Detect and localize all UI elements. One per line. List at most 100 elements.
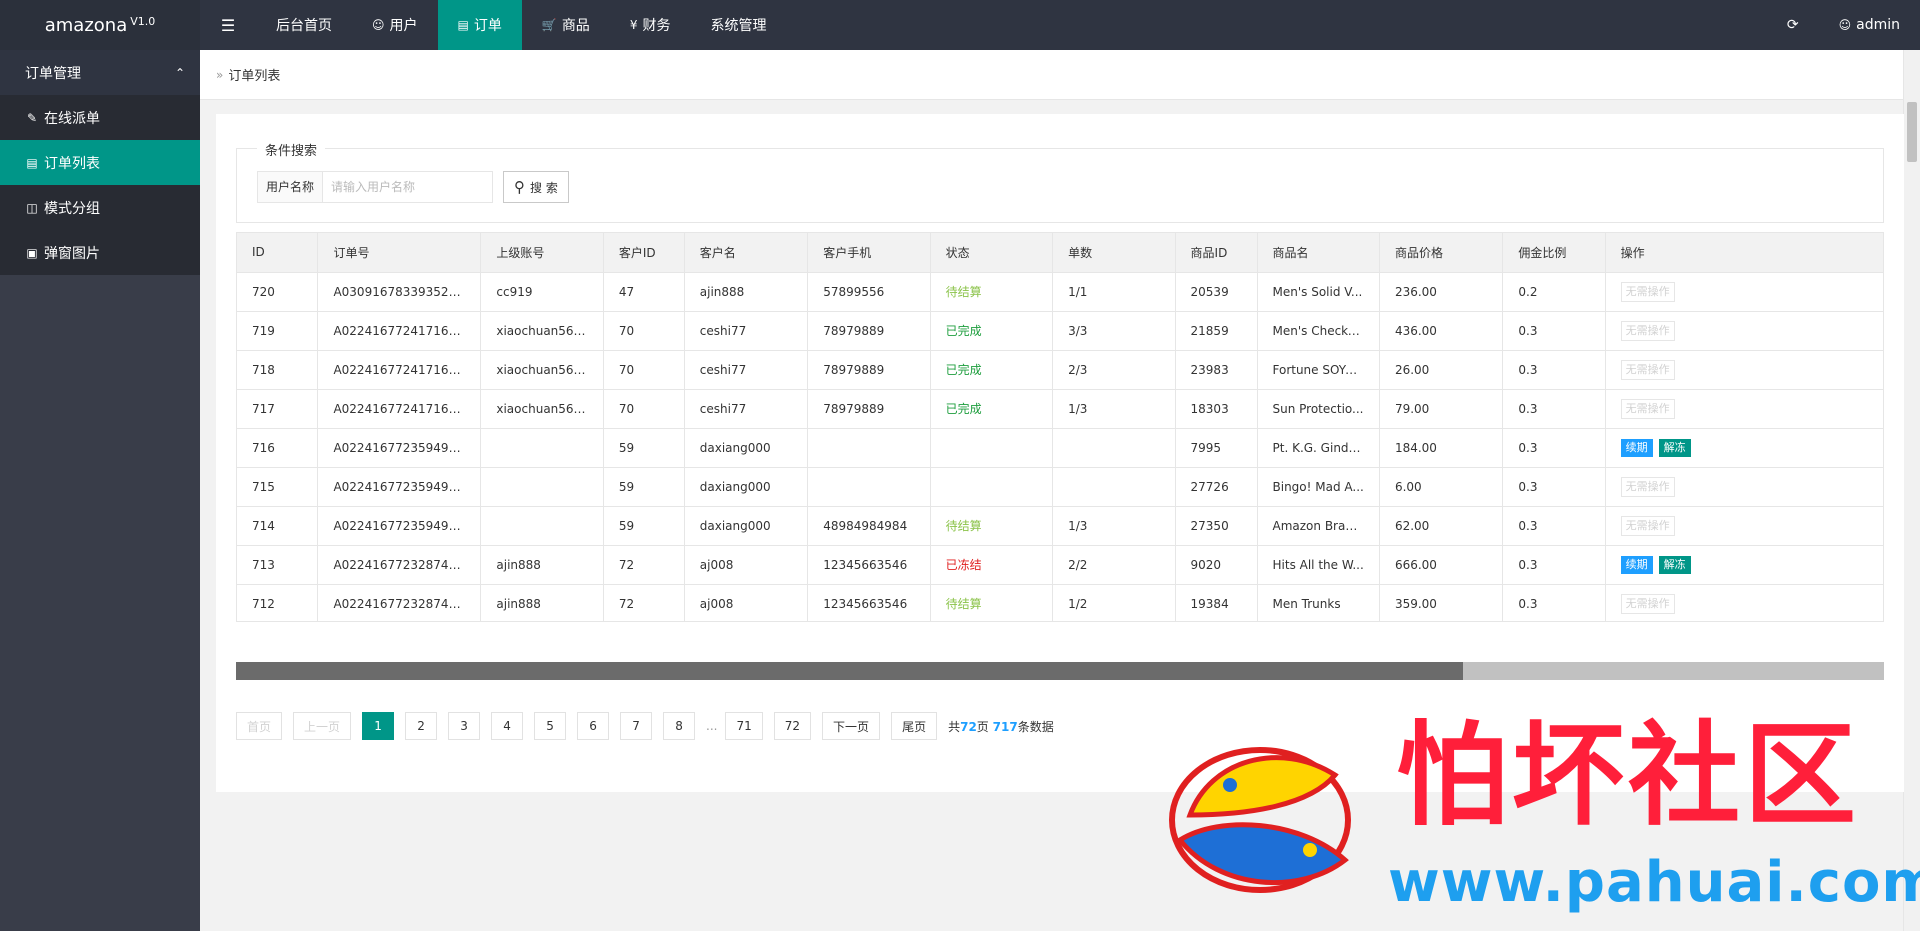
- status-cell: 已冻结: [930, 545, 1054, 585]
- table-cell: A02241677235949125: [317, 506, 482, 546]
- table-row[interactable]: 712 A02241677232874527 ajin888 72 aj008 12345…: [237, 584, 1883, 621]
- table-row[interactable]: 720 A03091678339352973 cc919 47 ajin888 57899…: [237, 272, 1883, 312]
- page-next-button[interactable]: 下一页: [822, 712, 881, 740]
- username-search-input[interactable]: [323, 171, 494, 203]
- renew-button[interactable]: 续期: [1620, 555, 1653, 574]
- page-number-button[interactable]: 1: [362, 712, 395, 740]
- sidebar-item-label: 弹窗图片: [44, 245, 100, 262]
- user-icon: ☺: [1838, 18, 1852, 32]
- group-icon: ◫: [26, 200, 38, 215]
- table-cell: daxiang000: [684, 506, 809, 546]
- page-ellipsis: ...: [706, 719, 718, 733]
- watermark: 怕坏社区 www.pahuai.com: [1160, 720, 1920, 931]
- table-cell: 48984984984: [807, 506, 931, 546]
- table-cell: 70: [603, 350, 685, 390]
- status-badge: 已完成: [945, 363, 982, 377]
- status-cell: [930, 467, 1054, 507]
- page-number-button[interactable]: 2: [405, 712, 438, 740]
- status-badge: 待结算: [945, 519, 982, 533]
- unfreeze-button[interactable]: 解冻: [1658, 438, 1691, 457]
- page-tail-numbers: 71 72: [725, 712, 822, 740]
- status-cell: 已完成: [930, 350, 1054, 390]
- no-action-button: 无需操作: [1620, 398, 1675, 419]
- page-number-button[interactable]: 7: [620, 712, 653, 740]
- column-header: 商品名: [1257, 233, 1380, 273]
- page-number-button[interactable]: 72: [773, 712, 812, 740]
- page-number-button[interactable]: 4: [491, 712, 524, 740]
- table-row[interactable]: 713 A02241677232874745 ajin888 72 aj008 12345…: [237, 545, 1883, 585]
- document-icon: ▤: [457, 18, 469, 32]
- page-number-button[interactable]: 6: [577, 712, 610, 740]
- table-cell: ceshi77: [684, 389, 809, 429]
- table-cell: 20539: [1175, 272, 1258, 312]
- nav-finance[interactable]: ¥ 财务: [610, 0, 691, 50]
- table-horizontal-scrollbar[interactable]: [236, 662, 1884, 680]
- status-badge: 已完成: [945, 324, 982, 338]
- table-row[interactable]: 717 A02241677241716537 xiaochuan5601 70 cesh…: [237, 389, 1883, 429]
- sidebar-item-popup-image[interactable]: ▣ 弹窗图片: [0, 230, 200, 275]
- table-row[interactable]: 714 A02241677235949125 59 daxiang000 4898498…: [237, 506, 1883, 546]
- sidebar-item-order-list[interactable]: ▤ 订单列表: [0, 140, 200, 185]
- page-last-button[interactable]: 尾页: [891, 712, 938, 740]
- action-cell: 无需操作: [1605, 506, 1883, 546]
- no-action-button: 无需操作: [1620, 320, 1675, 341]
- table-row[interactable]: 718 A02241677241716881 xiaochuan5601 70 cesh…: [237, 350, 1883, 390]
- nav-orders[interactable]: ▤ 订单: [437, 0, 522, 50]
- table-row[interactable]: 719 A02241677241716951 xiaochuan5601 70 cesh…: [237, 311, 1883, 351]
- table-row[interactable]: 715 A02241677235949480 59 daxiang000 27726 Bi…: [237, 467, 1883, 507]
- page-prev-button[interactable]: 上一页: [293, 712, 352, 740]
- table-cell: cc919: [480, 272, 604, 312]
- page-first-button[interactable]: 首页: [236, 712, 283, 740]
- table-cell: [1052, 428, 1176, 468]
- page-number-button[interactable]: 71: [725, 712, 763, 740]
- sidebar-item-mode-group[interactable]: ◫ 模式分组: [0, 185, 200, 230]
- table-cell: 666.00: [1379, 545, 1504, 585]
- sidebar-item-dispatch[interactable]: ✎ 在线派单: [0, 95, 200, 140]
- table-cell: 0.3: [1502, 545, 1606, 585]
- table-cell: 1/1: [1052, 272, 1176, 312]
- scrollbar-thumb[interactable]: [1907, 102, 1917, 162]
- sidebar-group-orders[interactable]: 订单管理 ⌃: [0, 50, 200, 95]
- table-cell: aj008: [684, 584, 809, 621]
- table-cell: 19384: [1175, 584, 1258, 621]
- app-logo[interactable]: amazona V1.0: [0, 0, 200, 50]
- table-row[interactable]: 716 A02241677235949133 59 daxiang000 7995 Pt.…: [237, 428, 1883, 468]
- list-icon: ▤: [26, 155, 38, 170]
- nav-system[interactable]: 系统管理: [690, 0, 786, 50]
- table-cell: 59: [603, 467, 685, 507]
- sidebar-item-label: 在线派单: [44, 110, 100, 127]
- table-cell: 70: [603, 311, 685, 351]
- table-cell: 21859: [1175, 311, 1258, 351]
- no-action-button: 无需操作: [1620, 476, 1675, 497]
- search-button[interactable]: ⚲ 搜 索: [503, 171, 569, 203]
- unfreeze-button[interactable]: 解冻: [1658, 555, 1691, 574]
- nav-home[interactable]: 后台首页: [256, 0, 352, 50]
- table-cell: 712: [237, 584, 319, 621]
- table-cell: 720: [237, 272, 319, 312]
- user-menu[interactable]: ☺ admin: [1819, 0, 1920, 50]
- hscroll-thumb[interactable]: [236, 662, 1463, 680]
- search-fieldset: 条件搜索 用户名称 ⚲ 搜 索: [236, 140, 1884, 223]
- table-cell: 79.00: [1379, 389, 1504, 429]
- nav-users[interactable]: ☺ 用户: [352, 0, 438, 50]
- table-cell: 47: [603, 272, 685, 312]
- breadcrumb-current[interactable]: 订单列表: [228, 65, 280, 84]
- page-number-button[interactable]: 8: [663, 712, 696, 740]
- nav-products[interactable]: 🛒 商品: [522, 0, 610, 50]
- renew-button[interactable]: 续期: [1620, 438, 1653, 457]
- search-row: 用户名称 ⚲ 搜 索: [257, 171, 569, 203]
- refresh-icon[interactable]: ⟳: [1767, 0, 1819, 50]
- action-cell: 无需操作: [1605, 350, 1883, 390]
- table-cell: 27350: [1175, 506, 1258, 546]
- table-cell: A02241677235949480: [317, 467, 482, 507]
- table-cell: 0.3: [1502, 584, 1606, 621]
- table-cell: 0.2: [1502, 272, 1606, 312]
- search-icon: ⚲: [514, 178, 526, 196]
- table-cell: Men Trunks: [1257, 584, 1380, 621]
- action-cell: 续期 解冻: [1605, 428, 1883, 468]
- page-number-button[interactable]: 3: [448, 712, 481, 740]
- menu-toggle-icon[interactable]: ☰: [200, 0, 256, 50]
- no-action-button: 无需操作: [1620, 359, 1675, 380]
- pagination: 首页 上一页 12345678 ... 71 72 下一页 尾页 共72页 717…: [236, 712, 1054, 740]
- page-number-button[interactable]: 5: [534, 712, 567, 740]
